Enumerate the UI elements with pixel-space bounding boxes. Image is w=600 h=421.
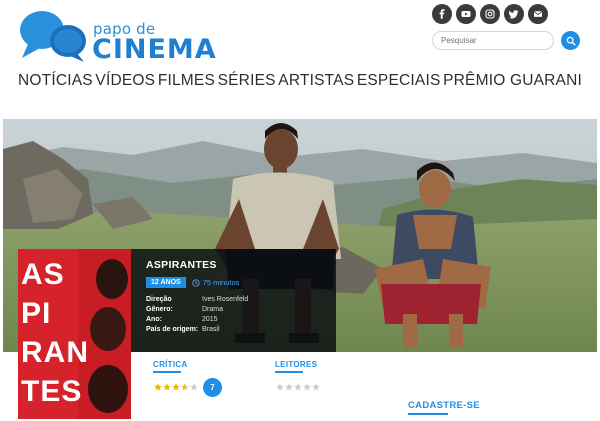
detail-value: Brasil: [202, 326, 220, 333]
star-icon: [190, 383, 198, 391]
nav-item-premio-guarani[interactable]: PRÊMIO GUARANI: [443, 72, 582, 94]
detail-row: Gênero: Drama: [146, 305, 336, 315]
star-icon: [312, 383, 320, 391]
duration: 75 minutos: [192, 278, 240, 287]
clock-icon: [192, 278, 200, 287]
detail-value: 2015: [202, 316, 218, 323]
star-icon: [303, 383, 311, 391]
nav-item-videos[interactable]: VÍDEOS: [95, 72, 155, 94]
poster-title: AS PI RAN TES: [21, 258, 89, 408]
critics-count-badge[interactable]: 7: [203, 378, 222, 397]
movie-poster[interactable]: AS PI RAN TES: [18, 249, 131, 419]
site-logo[interactable]: papo de CINEMA: [18, 8, 216, 66]
brand-name: CINEMA: [92, 34, 217, 65]
facebook-icon[interactable]: [432, 4, 452, 24]
detail-row: País de origem: Brasil: [146, 325, 336, 335]
search-button[interactable]: [561, 31, 580, 50]
star-icon: [154, 383, 162, 391]
detail-value: Drama: [202, 306, 224, 313]
readers-rating-label[interactable]: LEITORES: [275, 360, 317, 373]
detail-label: Direção: [146, 296, 172, 303]
nav-item-noticias[interactable]: NOTÍCIAS: [18, 72, 93, 94]
main-nav: NOTÍCIAS VÍDEOS FILMES SÉRIES ARTISTAS E…: [18, 72, 582, 94]
movie-title: ASPIRANTES: [146, 259, 217, 271]
star-icon: [276, 383, 284, 391]
critics-stars: [154, 383, 198, 391]
search-icon: [566, 36, 576, 46]
instagram-icon[interactable]: [480, 4, 500, 24]
star-icon: [172, 383, 180, 391]
nav-item-artistas[interactable]: ARTISTAS: [278, 72, 354, 94]
duration-text: 75 minutos: [202, 278, 240, 287]
signup-link[interactable]: CADASTRE-SE: [408, 400, 480, 415]
star-icon: [294, 383, 302, 391]
twitter-icon[interactable]: [504, 4, 524, 24]
detail-row: Direção Ives Rosenfeld: [146, 295, 336, 305]
detail-row: Ano: 2015: [146, 315, 336, 325]
critics-rating-label[interactable]: CRÍTICA: [153, 360, 188, 373]
detail-label: Gênero:: [146, 306, 173, 313]
movie-details: Direção Ives Rosenfeld Gênero: Drama Ano…: [146, 295, 336, 335]
movie-info-panel: ASPIRANTES 12 ANOS 75 minutos Direção Iv…: [131, 249, 336, 352]
readers-stars[interactable]: [276, 383, 320, 391]
detail-label: Ano:: [146, 316, 162, 323]
nav-item-especiais[interactable]: ESPECIAIS: [357, 72, 441, 94]
detail-value: Ives Rosenfeld: [202, 296, 249, 303]
speech-bubbles-icon: [20, 11, 86, 62]
search-input[interactable]: [432, 31, 554, 50]
social-links: [432, 4, 548, 24]
detail-label: País de origem:: [146, 326, 199, 333]
star-icon: [181, 383, 189, 391]
star-icon: [285, 383, 293, 391]
nav-item-filmes[interactable]: FILMES: [158, 72, 215, 94]
youtube-icon[interactable]: [456, 4, 476, 24]
email-icon[interactable]: [528, 4, 548, 24]
age-rating-badge: 12 ANOS: [146, 277, 186, 288]
star-icon: [163, 383, 171, 391]
nav-item-series[interactable]: SÉRIES: [218, 72, 276, 94]
